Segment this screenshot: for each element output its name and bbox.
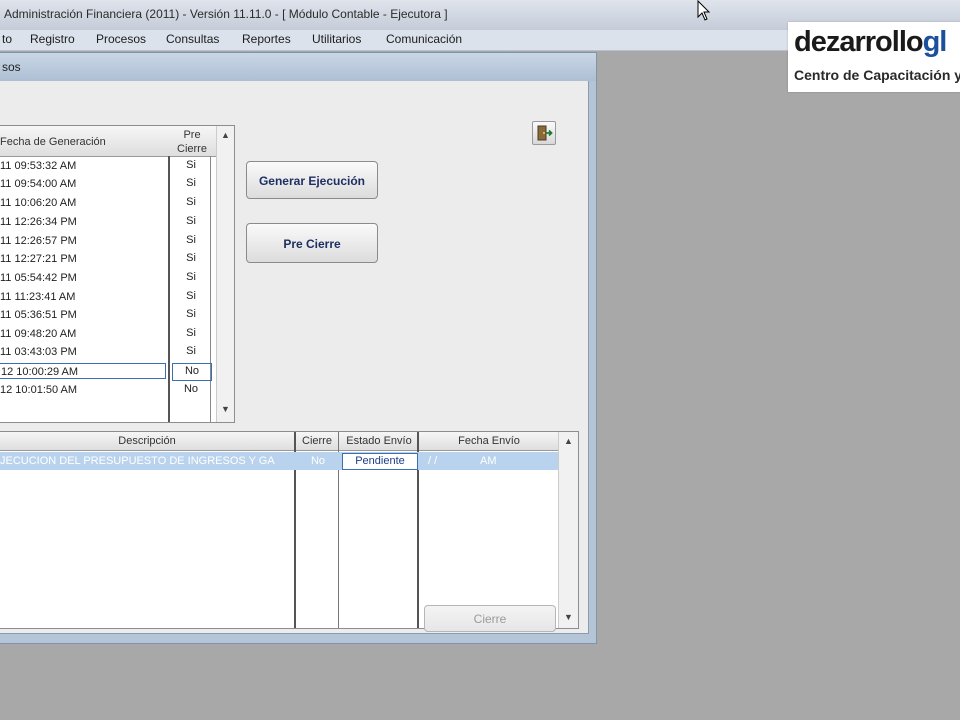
generation-grid-scrollbar[interactable]: ▲ ▼ bbox=[216, 126, 234, 422]
generation-date: 11 09:54:00 AM bbox=[0, 178, 77, 190]
pre-cierre-flag: Si bbox=[186, 234, 196, 246]
logo-brand-accent: gl bbox=[922, 26, 948, 58]
column-header-pre-cierre-line1: Pre bbox=[183, 129, 201, 141]
menu-item-utilitarios[interactable]: Utilitarios bbox=[310, 32, 363, 46]
menu-item-reportes[interactable]: Reportes bbox=[240, 32, 293, 46]
pre-cierre-flag: Si bbox=[186, 196, 196, 208]
scroll-up-arrow-icon[interactable]: ▲ bbox=[564, 436, 573, 446]
envio-estado-cell[interactable]: Pendiente bbox=[342, 453, 418, 470]
scroll-up-arrow-icon[interactable]: ▲ bbox=[221, 130, 230, 140]
cierre-dialog: sos Fecha de Generación Pre Cierre 11 09:… bbox=[0, 52, 597, 644]
envio-cierre: No bbox=[310, 455, 326, 467]
envio-descripcion: JECUCION DEL PRESUPUESTO DE INGRESOS Y G… bbox=[0, 455, 275, 467]
generation-date: 11 09:53:32 AM bbox=[0, 160, 77, 172]
pre-cierre-flag: Si bbox=[186, 345, 196, 357]
column-header-cierre[interactable]: Cierre bbox=[296, 435, 338, 447]
menu-item-consultas[interactable]: Consultas bbox=[164, 32, 221, 46]
generation-date: 11 05:36:51 PM bbox=[0, 309, 77, 321]
dialog-client-area: Fecha de Generación Pre Cierre 11 09:53:3… bbox=[0, 81, 589, 634]
pre-cierre-flag: Si bbox=[186, 177, 196, 189]
generation-row[interactable]: 11 09:53:32 AM Si bbox=[0, 158, 216, 176]
generation-row[interactable]: 11 09:48:20 AM Si bbox=[0, 326, 216, 344]
envio-fecha-time: AM bbox=[480, 455, 497, 467]
column-header-fecha-envio[interactable]: Fecha Envío bbox=[420, 435, 558, 447]
menu-item-comunicacion[interactable]: Comunicación bbox=[384, 32, 464, 46]
watermark-logo: dezarrollogl Centro de Capacitación y bbox=[788, 22, 960, 92]
column-header-fecha-generacion[interactable]: Fecha de Generación bbox=[0, 136, 106, 148]
pre-cierre-flag: No bbox=[172, 363, 212, 381]
envio-row-selected[interactable]: JECUCION DEL PRESUPUESTO DE INGRESOS Y G… bbox=[0, 452, 558, 470]
menu-item-registro[interactable]: Registro bbox=[28, 32, 77, 46]
generation-row[interactable]: 11 12:27:21 PM Si bbox=[0, 251, 216, 269]
generation-row-selected[interactable]: 12 10:00:29 AM No bbox=[0, 363, 216, 381]
pre-cierre-flag: Si bbox=[186, 327, 196, 339]
dialog-title: sos bbox=[2, 60, 21, 74]
app-title: Administración Financiera (2011) - Versi… bbox=[4, 7, 448, 21]
pre-cierre-button[interactable]: Pre Cierre bbox=[246, 223, 378, 263]
generation-row[interactable]: 11 12:26:57 PM Si bbox=[0, 233, 216, 251]
generation-row[interactable]: 11 10:06:20 AM Si bbox=[0, 195, 216, 213]
generation-date: 12 10:00:29 AM bbox=[0, 363, 166, 379]
menu-item-documento[interactable]: to bbox=[0, 32, 14, 46]
pre-cierre-flag: Si bbox=[186, 271, 196, 283]
exit-door-icon bbox=[537, 125, 553, 141]
column-header-descripcion[interactable]: Descripción bbox=[0, 435, 294, 447]
generation-date: 11 09:48:20 AM bbox=[0, 328, 77, 340]
generation-grid-header: Fecha de Generación Pre Cierre bbox=[0, 126, 216, 157]
pre-cierre-flag: Si bbox=[186, 308, 196, 320]
logo-tagline: Centro de Capacitación y bbox=[794, 67, 960, 83]
pre-cierre-flag: Si bbox=[186, 215, 196, 227]
column-header-estado-envio[interactable]: Estado Envío bbox=[340, 435, 418, 447]
generation-row[interactable]: 11 05:36:51 PM Si bbox=[0, 307, 216, 325]
envio-grid-scrollbar[interactable]: ▲ ▼ bbox=[558, 432, 578, 628]
generation-date: 11 05:54:42 PM bbox=[0, 272, 77, 284]
generation-row[interactable]: 11 03:43:03 PM Si bbox=[0, 344, 216, 362]
generation-date: 11 11:23:41 AM bbox=[0, 291, 76, 303]
generar-ejecucion-button[interactable]: Generar Ejecución bbox=[246, 161, 378, 199]
exit-button[interactable] bbox=[532, 121, 556, 145]
generation-row[interactable]: 11 12:26:34 PM Si bbox=[0, 214, 216, 232]
scroll-down-arrow-icon[interactable]: ▼ bbox=[564, 612, 573, 622]
pre-cierre-flag: No bbox=[183, 383, 199, 395]
generation-date: 11 12:26:57 PM bbox=[0, 235, 77, 247]
cierre-button[interactable]: Cierre bbox=[424, 605, 556, 632]
generation-row[interactable]: 11 09:54:00 AM Si bbox=[0, 176, 216, 194]
logo-brand-text: dezarrollo bbox=[794, 26, 924, 58]
pre-cierre-flag: Si bbox=[186, 290, 196, 302]
generation-row[interactable]: 11 05:54:42 PM Si bbox=[0, 270, 216, 288]
column-header-pre-cierre[interactable]: Pre Cierre bbox=[170, 128, 214, 156]
pre-cierre-flag: Si bbox=[186, 159, 196, 171]
generation-date: 12 10:01:50 AM bbox=[0, 384, 78, 396]
generation-row[interactable]: 12 10:01:50 AM No bbox=[0, 382, 216, 400]
mouse-cursor-icon bbox=[697, 0, 711, 21]
envio-grid-header: Descripción Cierre Estado Envío Fecha En… bbox=[0, 432, 558, 451]
generation-date: 11 10:06:20 AM bbox=[0, 197, 77, 209]
envio-fecha-date: / / bbox=[428, 455, 438, 467]
logo-brand: dezarrollogl bbox=[794, 26, 948, 59]
envio-grid: Descripción Cierre Estado Envío Fecha En… bbox=[0, 431, 579, 629]
generation-date: 11 03:43:03 PM bbox=[0, 346, 77, 358]
generation-row[interactable]: 11 11:23:41 AM Si bbox=[0, 289, 216, 307]
pre-cierre-flag: Si bbox=[186, 252, 196, 264]
generation-grid: Fecha de Generación Pre Cierre 11 09:53:3… bbox=[0, 125, 235, 423]
dialog-title-bar: sos bbox=[0, 53, 596, 81]
scroll-down-arrow-icon[interactable]: ▼ bbox=[221, 404, 230, 414]
menu-item-procesos[interactable]: Procesos bbox=[94, 32, 148, 46]
column-header-pre-cierre-line2: Cierre bbox=[177, 143, 207, 155]
generation-date: 11 12:26:34 PM bbox=[0, 216, 77, 228]
generation-date: 11 12:27:21 PM bbox=[0, 253, 77, 265]
